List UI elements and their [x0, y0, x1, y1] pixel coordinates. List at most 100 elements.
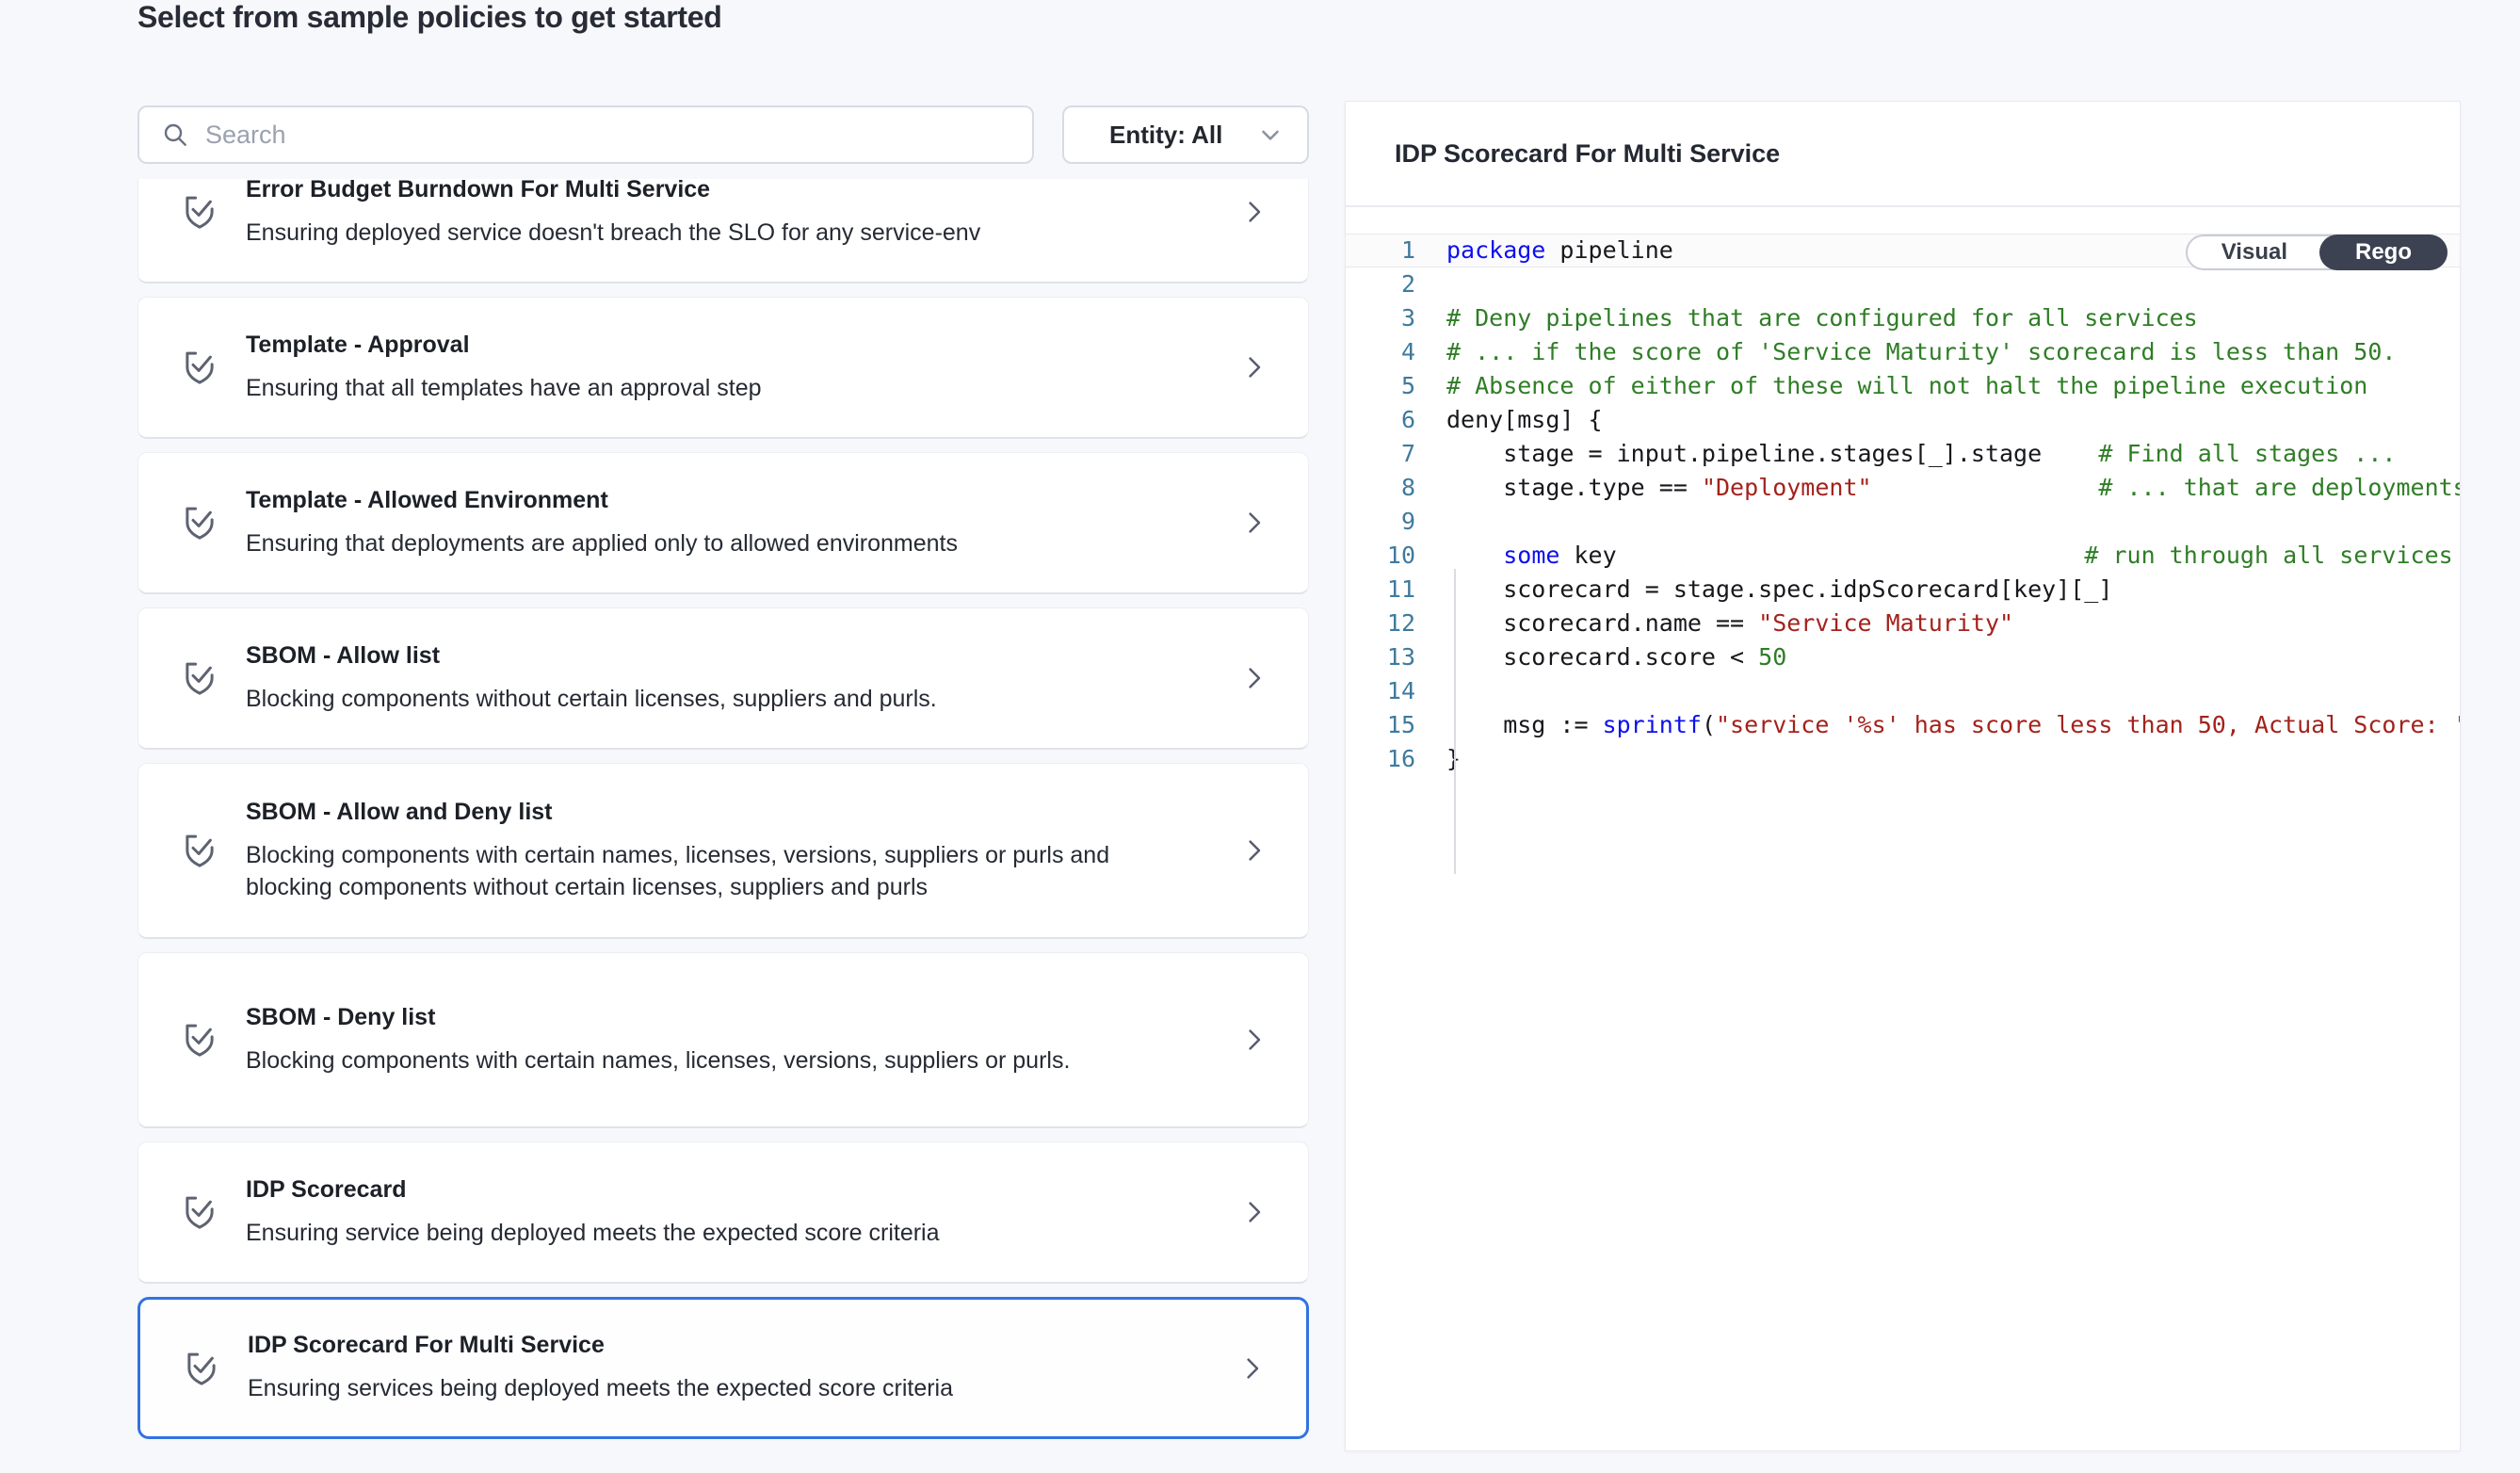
code-line-content: scorecard.score < 50: [1446, 640, 1786, 674]
policy-description: Ensuring that deployments are applied on…: [246, 527, 1131, 559]
policy-description: Blocking components with certain names, …: [246, 1044, 1131, 1076]
line-number: 12: [1346, 607, 1415, 640]
chevron-right-icon[interactable]: [1240, 1026, 1268, 1054]
code-line: 6deny[msg] {: [1346, 403, 2460, 437]
code-line: 11 scorecard = stage.spec.idpScorecard[k…: [1346, 573, 2460, 607]
toggle-visual-button[interactable]: Visual: [2188, 236, 2321, 268]
view-toggle: Visual Rego: [2186, 235, 2447, 270]
code-line-content: scorecard = stage.spec.idpScorecard[key]…: [1446, 573, 2112, 607]
chevron-right-icon[interactable]: [1238, 1354, 1267, 1383]
policy-title: Template - Approval: [246, 332, 1240, 359]
code-line-content: msg := sprintf("service '%s' has score l…: [1446, 708, 2461, 742]
policy-description: Ensuring services being deployed meets t…: [248, 1372, 1133, 1404]
code-line-content: scorecard.name == "Service Maturity": [1446, 607, 2013, 640]
line-number: 4: [1346, 335, 1415, 369]
entity-filter-value: Entity: All: [1109, 121, 1256, 150]
code-line: 2: [1346, 267, 2460, 301]
code-line: 13 scorecard.score < 50: [1346, 640, 2460, 674]
line-number: 5: [1346, 369, 1415, 403]
line-number: 15: [1346, 708, 1415, 742]
policy-list[interactable]: Error Budget Burndown For Multi Service E…: [137, 179, 1309, 1446]
code-lines: 1 package pipeline 23 # Deny pipelines that…: [1346, 234, 2460, 776]
policy-title: SBOM - Allow list: [246, 642, 1240, 670]
policy-card[interactable]: Template - Allowed Environment Ensuring t…: [137, 452, 1309, 594]
policy-description: Blocking components with certain names, …: [246, 839, 1131, 903]
policy-samples-page: { "page": { "title": "Select from sample…: [0, 0, 2520, 1473]
code-line: 3 # Deny pipelines that are configured fo…: [1346, 301, 2460, 335]
panel-title: IDP Scorecard For Multi Service: [1395, 139, 1780, 169]
policy-card[interactable]: IDP Scorecard For Multi Service Ensuring …: [137, 1297, 1309, 1439]
code-line-content: deny[msg] {: [1446, 403, 1603, 437]
shield-check-icon: [180, 656, 219, 700]
chevron-right-icon[interactable]: [1240, 353, 1268, 381]
policy-preview-panel: IDP Scorecard For Multi Service Visual R…: [1345, 101, 2461, 1451]
code-line-content: # Absence of either of these will not ha…: [1446, 369, 2367, 403]
line-number: 9: [1346, 505, 1415, 539]
code-line: 9: [1346, 505, 2460, 539]
policy-card[interactable]: SBOM - Allow list Blocking components wit…: [137, 607, 1309, 750]
shield-check-icon: [180, 501, 219, 544]
code-line-content: stage.type == "Deployment" # ... that ar…: [1446, 471, 2461, 505]
line-number: 2: [1346, 267, 1415, 301]
policy-card[interactable]: Error Budget Burndown For Multi Service E…: [137, 179, 1309, 283]
shield-check-icon: [180, 1018, 219, 1061]
line-number: 14: [1346, 674, 1415, 708]
policy-title: SBOM - Deny list: [246, 1004, 1240, 1031]
shield-check-icon: [180, 1190, 219, 1234]
policy-card[interactable]: SBOM - Allow and Deny list Blocking compo…: [137, 763, 1309, 939]
code-line: 10 some key # run through all services: [1346, 539, 2460, 573]
chevron-right-icon[interactable]: [1240, 198, 1268, 226]
search-box: [137, 105, 1034, 164]
code-line: 4 # ... if the score of 'Service Maturity…: [1346, 335, 2460, 369]
line-number: 13: [1346, 640, 1415, 674]
policy-description: Blocking components without certain lice…: [246, 683, 1131, 715]
page-title: Select from sample policies to get start…: [137, 0, 721, 35]
shield-check-icon: [180, 346, 219, 389]
policy-title: IDP Scorecard For Multi Service: [248, 1332, 1238, 1359]
code-line: 16}: [1346, 742, 2460, 776]
code-line: 7 stage = input.pipeline.stages[_].stage…: [1346, 437, 2460, 471]
code-line-content: # ... if the score of 'Service Maturity'…: [1446, 335, 2396, 369]
line-number: 11: [1346, 573, 1415, 607]
code-line-content: package pipeline: [1446, 235, 1673, 267]
chevron-right-icon[interactable]: [1240, 836, 1268, 865]
search-icon: [160, 120, 190, 150]
line-number: 8: [1346, 471, 1415, 505]
code-line: 15 msg := sprintf("service '%s' has scor…: [1346, 708, 2460, 742]
policy-title: Error Budget Burndown For Multi Service: [246, 179, 1240, 203]
line-number: 10: [1346, 539, 1415, 573]
shield-check-icon: [182, 1347, 221, 1390]
code-line-content: # Deny pipelines that are configured for…: [1446, 301, 2198, 335]
policy-title: Template - Allowed Environment: [246, 487, 1240, 514]
code-line-content: stage = input.pipeline.stages[_].stage #…: [1446, 437, 2396, 471]
shield-check-icon: [180, 190, 219, 234]
policy-description: Ensuring that all templates have an appr…: [246, 372, 1131, 404]
line-number: 16: [1346, 742, 1415, 776]
policy-card[interactable]: SBOM - Deny list Blocking components with…: [137, 952, 1309, 1128]
line-number: 3: [1346, 301, 1415, 335]
code-editor[interactable]: 1 package pipeline 23 # Deny pipelines that…: [1346, 234, 2460, 1450]
chevron-right-icon[interactable]: [1240, 509, 1268, 537]
line-number: 1: [1346, 235, 1415, 267]
line-number: 7: [1346, 437, 1415, 471]
indent-guide: [1454, 569, 1456, 874]
code-line-content: some key # run through all services: [1446, 539, 2453, 573]
toggle-rego-button[interactable]: Rego: [2319, 235, 2447, 270]
policy-title: IDP Scorecard: [246, 1176, 1240, 1204]
policy-card[interactable]: IDP Scorecard Ensuring service being depl…: [137, 1141, 1309, 1284]
search-input[interactable]: [190, 107, 1032, 162]
chevron-down-icon: [1256, 121, 1284, 149]
code-line: 8 stage.type == "Deployment" # ... that …: [1346, 471, 2460, 505]
shield-check-icon: [180, 829, 219, 872]
code-line: 12 scorecard.name == "Service Maturity": [1346, 607, 2460, 640]
policy-title: SBOM - Allow and Deny list: [246, 799, 1240, 826]
panel-header: IDP Scorecard For Multi Service: [1346, 102, 2460, 207]
policy-description: Ensuring deployed service doesn't breach…: [246, 217, 1131, 249]
policy-card[interactable]: Template - Approval Ensuring that all tem…: [137, 297, 1309, 439]
entity-filter-dropdown[interactable]: Entity: All: [1062, 105, 1309, 164]
code-line: 14: [1346, 674, 2460, 708]
code-line: 5 # Absence of either of these will not h…: [1346, 369, 2460, 403]
chevron-right-icon[interactable]: [1240, 664, 1268, 692]
policy-description: Ensuring service being deployed meets th…: [246, 1217, 1131, 1249]
chevron-right-icon[interactable]: [1240, 1198, 1268, 1226]
